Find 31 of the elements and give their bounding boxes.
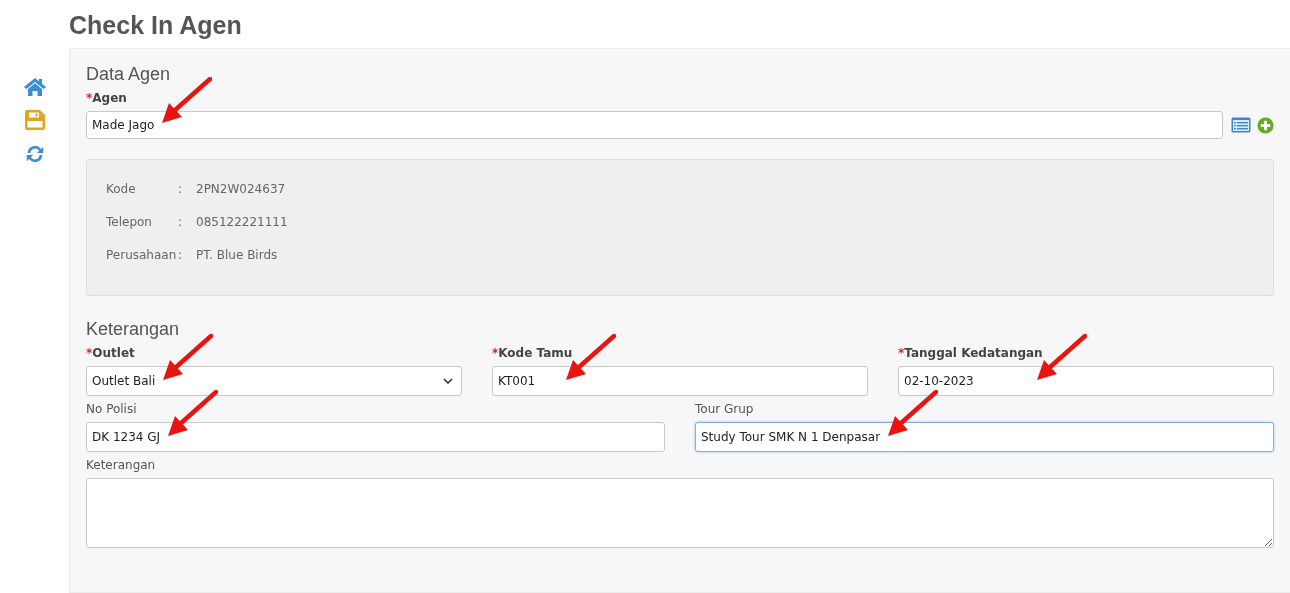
info-label: Perusahaan <box>106 247 178 263</box>
input-field[interactable]: DK 1234 GJ <box>86 422 665 452</box>
chevron-down-icon <box>443 378 453 384</box>
info-value: 2PN2W024637 <box>196 181 286 197</box>
field-label: *Tanggal Kedatangan <box>898 346 1044 361</box>
section-heading: Keterangan <box>86 318 181 340</box>
info-label: Kode <box>106 181 137 197</box>
save-icon[interactable] <box>23 109 46 131</box>
list-icon[interactable] <box>1231 117 1251 133</box>
page-title: Check In Agen <box>69 10 243 41</box>
add-icon[interactable] <box>1257 116 1274 134</box>
separator-colon: : <box>178 247 184 263</box>
info-value: 085122221111 <box>196 214 288 230</box>
field-label: No Polisi <box>86 402 138 417</box>
separator-colon: : <box>178 181 184 197</box>
input-field[interactable]: Study Tour SMK N 1 Denpasar <box>695 422 1274 452</box>
outlet-dropdown[interactable]: Outlet Bali <box>86 366 462 396</box>
field-label: *Agen <box>86 91 128 106</box>
info-label: Telepon <box>106 214 153 230</box>
separator-colon: : <box>178 214 184 230</box>
home-icon[interactable] <box>22 77 47 97</box>
field-label: Keterangan <box>86 458 157 473</box>
agen-field[interactable]: Made Jago <box>86 111 1223 139</box>
field-label: *Outlet <box>86 346 136 361</box>
text-area[interactable] <box>86 478 1274 548</box>
section-heading: Data Agen <box>86 63 172 85</box>
input-field[interactable]: KT001 <box>492 366 868 396</box>
field-label: *Kode Tamu <box>492 346 574 361</box>
field-label: Tour Grup <box>695 402 755 417</box>
input-field[interactable]: 02-10-2023 <box>898 366 1274 396</box>
info-value: PT. Blue Birds <box>196 247 278 263</box>
